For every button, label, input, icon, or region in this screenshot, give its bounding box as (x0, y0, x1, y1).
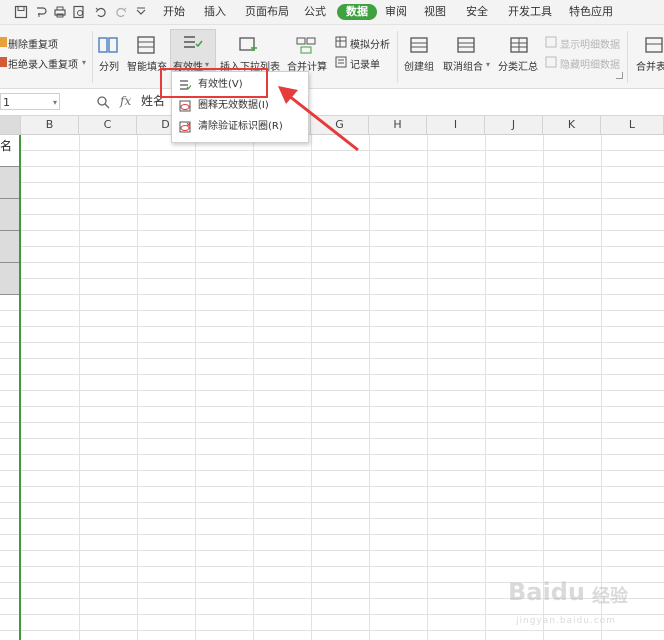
tab-start[interactable]: 开始 (160, 4, 188, 20)
watermark-suffix: 经验 (592, 586, 628, 607)
name-box-dropdown-icon[interactable]: ▾ (53, 98, 57, 107)
column-header[interactable]: K (543, 116, 601, 134)
tab-insert[interactable]: 插入 (201, 4, 229, 20)
record-form-icon (335, 56, 347, 68)
smart-fill-icon (137, 36, 155, 54)
column-header[interactable]: B (21, 116, 79, 134)
remove-duplicates-icon (0, 37, 7, 47)
subtotal-button[interactable]: 分类汇总 (498, 58, 538, 73)
group-expand-icon[interactable] (616, 72, 623, 79)
print-icon[interactable] (53, 5, 67, 19)
selection-border (19, 135, 21, 640)
save-icon[interactable] (14, 5, 28, 19)
tab-special[interactable]: 特色应用 (566, 4, 616, 20)
insert-dropdown-icon (239, 37, 257, 51)
column-header-a[interactable] (0, 116, 21, 134)
record-form-button[interactable]: 记录单 (350, 56, 380, 71)
column-header[interactable]: C (79, 116, 137, 134)
red-arrow-icon (278, 86, 359, 152)
fx-icon[interactable]: fx (120, 94, 131, 108)
gridline (485, 135, 486, 640)
print-preview-icon[interactable] (72, 5, 86, 19)
gridline (137, 135, 138, 640)
ribbon-separator (627, 31, 628, 83)
show-detail-button[interactable]: 显示明细数据 (560, 36, 620, 51)
cell-a5[interactable] (0, 263, 20, 295)
split-columns-icon (98, 37, 118, 53)
name-box-value: 1 (3, 96, 10, 109)
menu-item-label: 圈释无效数据(I) (198, 100, 269, 111)
gridline (195, 135, 196, 640)
circle-invalid-icon (179, 100, 191, 112)
tab-security[interactable]: 安全 (463, 4, 491, 20)
reject-duplicates-caret[interactable]: ▾ (82, 58, 86, 67)
cell-a3[interactable] (0, 199, 20, 231)
merge-tables-icon (645, 37, 663, 53)
cell-a1-text: 名 (0, 139, 13, 153)
tab-developer[interactable]: 开发工具 (505, 4, 555, 20)
tab-page-layout[interactable]: 页面布局 (242, 4, 292, 20)
gridline (543, 135, 544, 640)
customize-icon[interactable] (134, 5, 148, 19)
redo-icon[interactable] (114, 5, 128, 19)
reject-duplicates-icon (0, 57, 7, 67)
undo-history-icon[interactable] (34, 5, 48, 19)
subtotal-icon (510, 37, 528, 53)
selected-column-a[interactable]: 名 (0, 135, 20, 640)
column-header[interactable]: J (485, 116, 543, 134)
tab-review[interactable]: 审阅 (382, 4, 410, 20)
create-group-button[interactable]: 创建组 (404, 58, 434, 73)
cell-a4[interactable] (0, 231, 20, 263)
ungroup-icon (457, 37, 475, 53)
gridline (311, 135, 312, 640)
gridline (427, 135, 428, 640)
tab-formula[interactable]: 公式 (301, 4, 329, 20)
cell-a1[interactable]: 名 (0, 135, 20, 167)
ribbon-separator (92, 31, 93, 83)
menu-bar: 开始 插入 页面布局 公式 数据 审阅 视图 安全 开发工具 特色应用 (0, 0, 664, 25)
ungroup-caret[interactable]: ▾ (486, 60, 490, 69)
column-header[interactable]: L (601, 116, 664, 134)
cell-a2[interactable] (0, 167, 20, 199)
zoom-icon[interactable] (96, 95, 110, 109)
validity-icon[interactable] (181, 33, 203, 53)
merge-tables-button[interactable]: 合并表 (636, 58, 664, 73)
gridline (253, 135, 254, 640)
highlight-box (160, 68, 268, 98)
gridline (369, 135, 370, 640)
undo-icon[interactable] (94, 5, 108, 19)
show-detail-icon (545, 36, 557, 48)
consolidate-icon (296, 37, 316, 54)
name-box[interactable]: 1 (0, 93, 60, 110)
tab-view[interactable]: 视图 (421, 4, 449, 20)
what-if-icon (335, 36, 347, 48)
gridline (79, 135, 80, 640)
hide-detail-icon (545, 56, 557, 68)
baidu-watermark: Baidu 经验 jingyan.baidu.com (508, 568, 658, 634)
column-header[interactable]: I (427, 116, 485, 134)
tab-data[interactable]: 数据 (337, 4, 377, 20)
split-columns-button[interactable]: 分列 (99, 58, 119, 73)
watermark-url: jingyan.baidu.com (516, 616, 617, 626)
ribbon-separator (397, 31, 398, 83)
cell-grid[interactable] (0, 135, 664, 640)
reject-duplicates-button[interactable]: 拒绝录入重复项 (8, 56, 78, 71)
what-if-button[interactable]: 模拟分析 (350, 36, 390, 51)
column-header[interactable]: H (369, 116, 427, 134)
remove-duplicates-button[interactable]: 删除重复项 (8, 36, 58, 51)
hide-detail-button[interactable]: 隐藏明细数据 (560, 56, 620, 71)
create-group-icon (410, 37, 428, 53)
ungroup-button[interactable]: 取消组合 (443, 58, 483, 73)
watermark-brand: Baidu (508, 578, 585, 606)
clear-validation-icon (179, 121, 191, 133)
gridline (601, 135, 602, 640)
